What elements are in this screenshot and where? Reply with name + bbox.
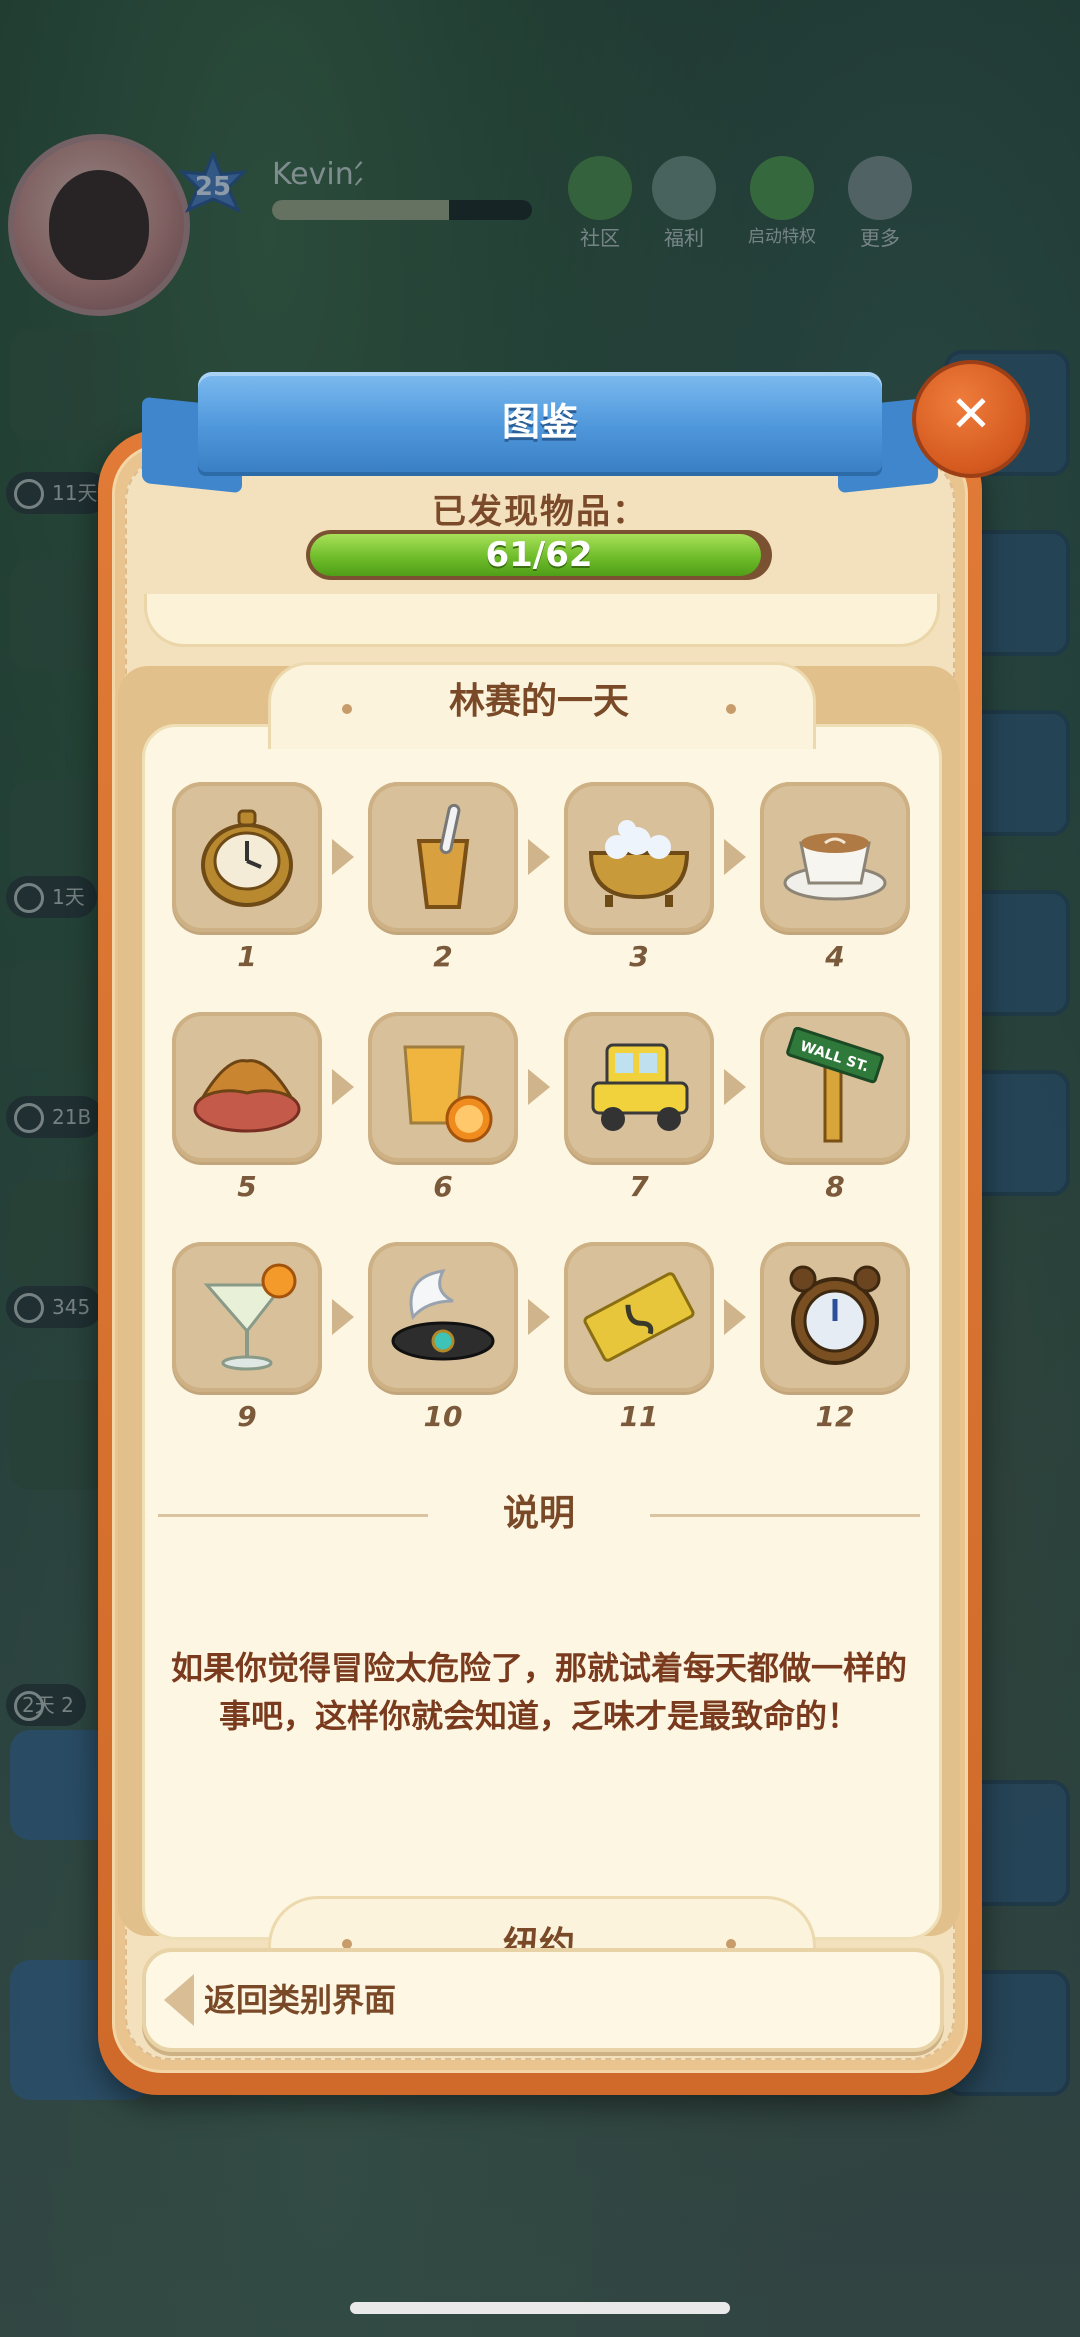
previous-set-card-edge bbox=[144, 594, 940, 647]
collection-item-2[interactable] bbox=[368, 782, 518, 932]
collection-item-10[interactable] bbox=[368, 1242, 518, 1392]
sequence-arrow-icon bbox=[332, 839, 354, 875]
back-to-category-button[interactable]: 返回类别界面 bbox=[142, 1948, 944, 2052]
collection-scroll-area[interactable]: 林赛的一天 1 2 3 4 5 6 7 WALL ST. 8 9 10 11 1… bbox=[118, 594, 960, 2044]
dialog-title-ribbon: 图鉴 bbox=[142, 372, 938, 494]
home-indicator[interactable] bbox=[350, 2302, 730, 2314]
sequence-arrow-icon bbox=[528, 1069, 550, 1105]
toothbrush-cup-icon bbox=[416, 803, 470, 909]
item-number-9: 9 bbox=[237, 1400, 257, 1433]
orange-juice-icon bbox=[403, 1045, 493, 1143]
sequence-arrow-icon bbox=[332, 1299, 354, 1335]
collection-item-7[interactable] bbox=[564, 1012, 714, 1162]
back-button-label: 返回类别界面 bbox=[204, 1981, 397, 2019]
sequence-arrow-icon bbox=[724, 839, 746, 875]
ticket-icon bbox=[583, 1272, 695, 1362]
taxi-icon bbox=[591, 1043, 689, 1131]
item-number-12: 12 bbox=[815, 1400, 855, 1433]
found-items-label: 已发现物品： bbox=[432, 492, 648, 532]
sequence-arrow-icon bbox=[528, 839, 550, 875]
pocket-watch-icon bbox=[201, 809, 293, 907]
item-number-3: 3 bbox=[629, 940, 649, 973]
sequence-arrow-icon bbox=[332, 1069, 354, 1105]
close-icon: ✕ bbox=[950, 385, 992, 443]
description-text: 如果你觉得冒险太危险了，那就试着每天都做一样的事吧，这样你就会知道，乏味才是最致… bbox=[170, 1649, 907, 1735]
item-number-11: 11 bbox=[619, 1400, 659, 1433]
item-number-5: 5 bbox=[237, 1170, 257, 1203]
item-number-8: 8 bbox=[825, 1170, 845, 1203]
close-button[interactable]: ✕ bbox=[912, 360, 1030, 478]
item-number-4: 4 bbox=[825, 940, 845, 973]
description-title: 说明 bbox=[502, 1493, 575, 1534]
collection-item-8[interactable]: WALL ST. bbox=[760, 1012, 910, 1162]
collection-item-5[interactable] bbox=[172, 1012, 322, 1162]
sequence-arrow-icon bbox=[724, 1299, 746, 1335]
progress-text: 61/62 bbox=[485, 535, 593, 575]
sequence-arrow-icon bbox=[724, 1069, 746, 1105]
bathtub-icon bbox=[588, 820, 690, 907]
alarm-clock-icon bbox=[789, 1265, 881, 1365]
collection-item-12[interactable] bbox=[760, 1242, 910, 1392]
croissant-icon bbox=[193, 1059, 301, 1133]
item-number-1: 1 bbox=[237, 940, 257, 973]
collection-item-6[interactable] bbox=[368, 1012, 518, 1162]
latte-cup-icon bbox=[783, 833, 887, 901]
collection-item-9[interactable] bbox=[172, 1242, 322, 1392]
back-arrow-icon bbox=[164, 1974, 194, 2026]
collection-item-3[interactable] bbox=[564, 782, 714, 932]
street-sign-icon: WALL ST. bbox=[786, 1027, 884, 1143]
cocktail-icon bbox=[203, 1263, 297, 1371]
collection-item-1[interactable] bbox=[172, 782, 322, 932]
item-number-10: 10 bbox=[423, 1400, 463, 1433]
item-number-7: 7 bbox=[629, 1170, 649, 1203]
feather-headband-icon bbox=[391, 1269, 495, 1361]
collection-item-11[interactable] bbox=[564, 1242, 714, 1392]
collection-item-4[interactable] bbox=[760, 782, 910, 932]
item-number-6: 6 bbox=[433, 1170, 453, 1203]
dialog-title: 图鉴 bbox=[501, 400, 578, 444]
set-title: 林赛的一天 bbox=[448, 681, 629, 722]
sequence-arrow-icon bbox=[528, 1299, 550, 1335]
item-number-2: 2 bbox=[433, 940, 453, 973]
